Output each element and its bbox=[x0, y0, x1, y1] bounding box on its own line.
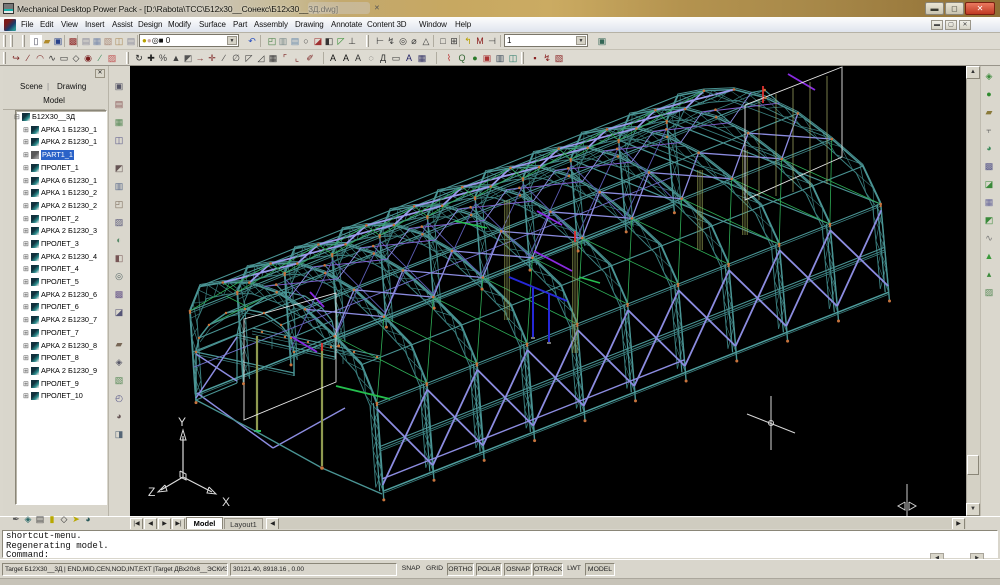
svg-text:X: X bbox=[222, 495, 230, 509]
svg-text:Y: Y bbox=[178, 415, 186, 429]
svg-text:Z: Z bbox=[148, 485, 155, 499]
